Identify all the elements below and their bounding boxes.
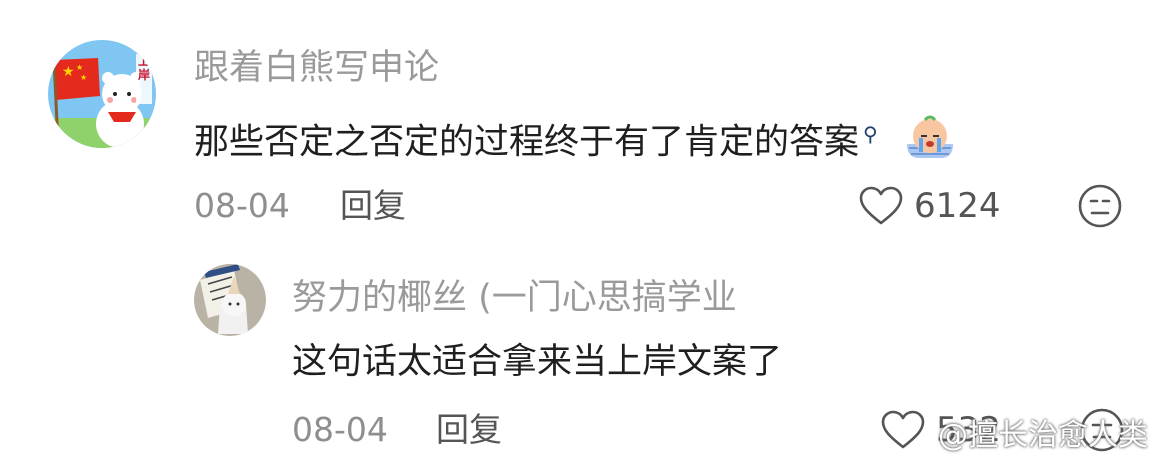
search-icon[interactable]: ⚲ (863, 122, 878, 146)
avatar[interactable]: ★ ★ ★ 上岸 (48, 40, 156, 148)
dislike-face-icon[interactable] (1076, 182, 1124, 230)
comment-date: 08-04 (292, 410, 388, 449)
like-count: 6124 (914, 186, 1001, 226)
svg-text:★: ★ (62, 64, 75, 80)
comment-date: 08-04 (194, 186, 290, 225)
svg-text:★: ★ (76, 63, 83, 72)
reply-button[interactable]: 回复 (340, 186, 406, 226)
avatar-text: 上岸 (138, 54, 151, 82)
avatar[interactable] (194, 264, 266, 336)
heart-icon (858, 186, 904, 230)
reply-button[interactable]: 回复 (436, 410, 502, 450)
weibo-watermark: @擅长治愈人类 (938, 418, 1148, 453)
comment-text: 那些否定之否定的过程终于有了肯定的答案 ⚲ (194, 112, 957, 173)
comment-text: 这句话太适合拿来当上岸文案了 (292, 342, 783, 382)
heart-icon (880, 410, 926, 454)
username[interactable]: 跟着白熊写申论 (194, 48, 439, 88)
avatar-image (194, 264, 266, 336)
comment-1: ★ ★ ★ 上岸 跟着白熊写申论 那些否定之否定的过程终于有了肯定的答案 ⚲ 0… (0, 0, 1170, 240)
comment-text-body: 那些否定之否定的过程终于有了肯定的答案 (194, 122, 860, 163)
crying-emoji-icon (903, 114, 957, 173)
like-button[interactable]: 6124 (858, 184, 1018, 228)
svg-text:★: ★ (80, 73, 87, 82)
username[interactable]: 努力的椰丝 (一门心思搞学业 (292, 278, 737, 318)
